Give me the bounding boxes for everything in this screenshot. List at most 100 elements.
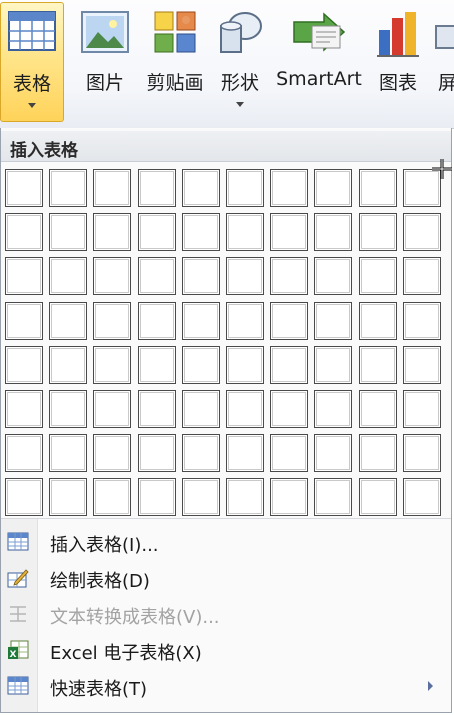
grid-cell[interactable] bbox=[270, 346, 308, 384]
clipart-button[interactable]: 剪贴画 bbox=[142, 2, 208, 122]
grid-cell[interactable] bbox=[138, 169, 176, 207]
grid-cell[interactable] bbox=[403, 478, 441, 516]
grid-cell[interactable] bbox=[182, 169, 220, 207]
grid-cell[interactable] bbox=[49, 169, 87, 207]
ribbon-insert-group: 表格 图片 剪贴画 形状 SmartArt 图表 屏 bbox=[0, 0, 454, 129]
grid-cell[interactable] bbox=[5, 302, 43, 340]
smartart-icon bbox=[290, 10, 348, 60]
grid-cell[interactable] bbox=[182, 257, 220, 295]
grid-cell[interactable] bbox=[5, 346, 43, 384]
grid-cell[interactable] bbox=[314, 346, 352, 384]
text-to-table-label: 文本转换成表格(V)... bbox=[50, 607, 220, 628]
screenshot-button[interactable]: 屏 bbox=[430, 2, 454, 122]
grid-cell[interactable] bbox=[226, 213, 264, 251]
smartart-button-label: SmartArt bbox=[276, 68, 362, 90]
grid-cell[interactable] bbox=[226, 169, 264, 207]
insert-table-icon bbox=[7, 532, 29, 552]
grid-cell[interactable] bbox=[138, 213, 176, 251]
grid-cell[interactable] bbox=[93, 169, 131, 207]
grid-cell[interactable] bbox=[314, 302, 352, 340]
grid-cell[interactable] bbox=[314, 213, 352, 251]
excel-spreadsheet-menu-item[interactable]: X Excel 电子表格(X) bbox=[1, 632, 451, 668]
grid-cell[interactable] bbox=[49, 302, 87, 340]
grid-cell[interactable] bbox=[226, 478, 264, 516]
quick-tables-menu-item[interactable]: 快速表格(T) bbox=[1, 668, 451, 704]
grid-cell[interactable] bbox=[314, 390, 352, 428]
grid-cell[interactable] bbox=[49, 478, 87, 516]
draw-table-menu-item[interactable]: 绘制表格(D) bbox=[1, 560, 451, 596]
grid-cell[interactable] bbox=[182, 478, 220, 516]
insert-table-menu-item[interactable]: 插入表格(I)... bbox=[1, 524, 451, 560]
grid-cell[interactable] bbox=[270, 434, 308, 472]
grid-cell[interactable] bbox=[5, 169, 43, 207]
grid-cell[interactable] bbox=[93, 302, 131, 340]
grid-cell[interactable] bbox=[5, 390, 43, 428]
grid-cell[interactable] bbox=[226, 257, 264, 295]
grid-cell[interactable] bbox=[226, 302, 264, 340]
grid-cell[interactable] bbox=[359, 257, 397, 295]
svg-text:X: X bbox=[10, 650, 17, 660]
grid-cell[interactable] bbox=[182, 346, 220, 384]
grid-cell[interactable] bbox=[359, 434, 397, 472]
grid-cell[interactable] bbox=[93, 390, 131, 428]
grid-cell[interactable] bbox=[93, 257, 131, 295]
grid-cell[interactable] bbox=[138, 478, 176, 516]
grid-cell[interactable] bbox=[403, 302, 441, 340]
grid-cell[interactable] bbox=[359, 169, 397, 207]
table-button[interactable]: 表格 bbox=[0, 2, 64, 122]
grid-cell[interactable] bbox=[403, 434, 441, 472]
grid-cell[interactable] bbox=[49, 346, 87, 384]
grid-cell[interactable] bbox=[93, 346, 131, 384]
grid-cell[interactable] bbox=[49, 390, 87, 428]
grid-cell[interactable] bbox=[5, 434, 43, 472]
grid-cell[interactable] bbox=[138, 346, 176, 384]
grid-cell[interactable] bbox=[93, 478, 131, 516]
grid-cell[interactable] bbox=[49, 434, 87, 472]
grid-cell[interactable] bbox=[270, 213, 308, 251]
grid-cell[interactable] bbox=[270, 169, 308, 207]
grid-cell[interactable] bbox=[403, 257, 441, 295]
smartart-button[interactable]: SmartArt bbox=[272, 2, 366, 122]
grid-cell[interactable] bbox=[5, 213, 43, 251]
grid-cell[interactable] bbox=[359, 302, 397, 340]
grid-cell[interactable] bbox=[93, 213, 131, 251]
grid-cell[interactable] bbox=[359, 213, 397, 251]
grid-cell[interactable] bbox=[182, 302, 220, 340]
grid-cell[interactable] bbox=[182, 434, 220, 472]
grid-cell[interactable] bbox=[270, 390, 308, 428]
grid-cell[interactable] bbox=[182, 213, 220, 251]
grid-cell[interactable] bbox=[138, 257, 176, 295]
grid-cell[interactable] bbox=[403, 390, 441, 428]
grid-cell[interactable] bbox=[403, 213, 441, 251]
grid-cell[interactable] bbox=[182, 390, 220, 428]
grid-cell[interactable] bbox=[359, 478, 397, 516]
grid-cell[interactable] bbox=[49, 257, 87, 295]
grid-cell[interactable] bbox=[138, 434, 176, 472]
grid-cell[interactable] bbox=[5, 257, 43, 295]
grid-cell[interactable] bbox=[314, 478, 352, 516]
grid-cell[interactable] bbox=[359, 390, 397, 428]
chart-icon bbox=[373, 10, 423, 62]
grid-cell[interactable] bbox=[403, 346, 441, 384]
shapes-button[interactable]: 形状 bbox=[212, 2, 268, 122]
grid-cell[interactable] bbox=[270, 302, 308, 340]
grid-cell[interactable] bbox=[314, 257, 352, 295]
picture-button[interactable]: 图片 bbox=[72, 2, 138, 122]
grid-cell[interactable] bbox=[270, 478, 308, 516]
grid-cell[interactable] bbox=[226, 434, 264, 472]
chevron-down-icon bbox=[236, 102, 244, 107]
grid-cell[interactable] bbox=[93, 434, 131, 472]
grid-cell[interactable] bbox=[314, 434, 352, 472]
grid-cell[interactable] bbox=[270, 257, 308, 295]
grid-cell[interactable] bbox=[5, 478, 43, 516]
grid-cell[interactable] bbox=[226, 346, 264, 384]
grid-cell[interactable] bbox=[138, 390, 176, 428]
grid-cell[interactable] bbox=[359, 346, 397, 384]
screenshot-icon bbox=[434, 10, 454, 58]
grid-cell[interactable] bbox=[226, 390, 264, 428]
grid-cell[interactable] bbox=[49, 213, 87, 251]
grid-cell[interactable] bbox=[314, 169, 352, 207]
grid-cell[interactable] bbox=[138, 302, 176, 340]
chart-button[interactable]: 图表 bbox=[370, 2, 426, 122]
picture-button-label: 图片 bbox=[85, 72, 124, 94]
